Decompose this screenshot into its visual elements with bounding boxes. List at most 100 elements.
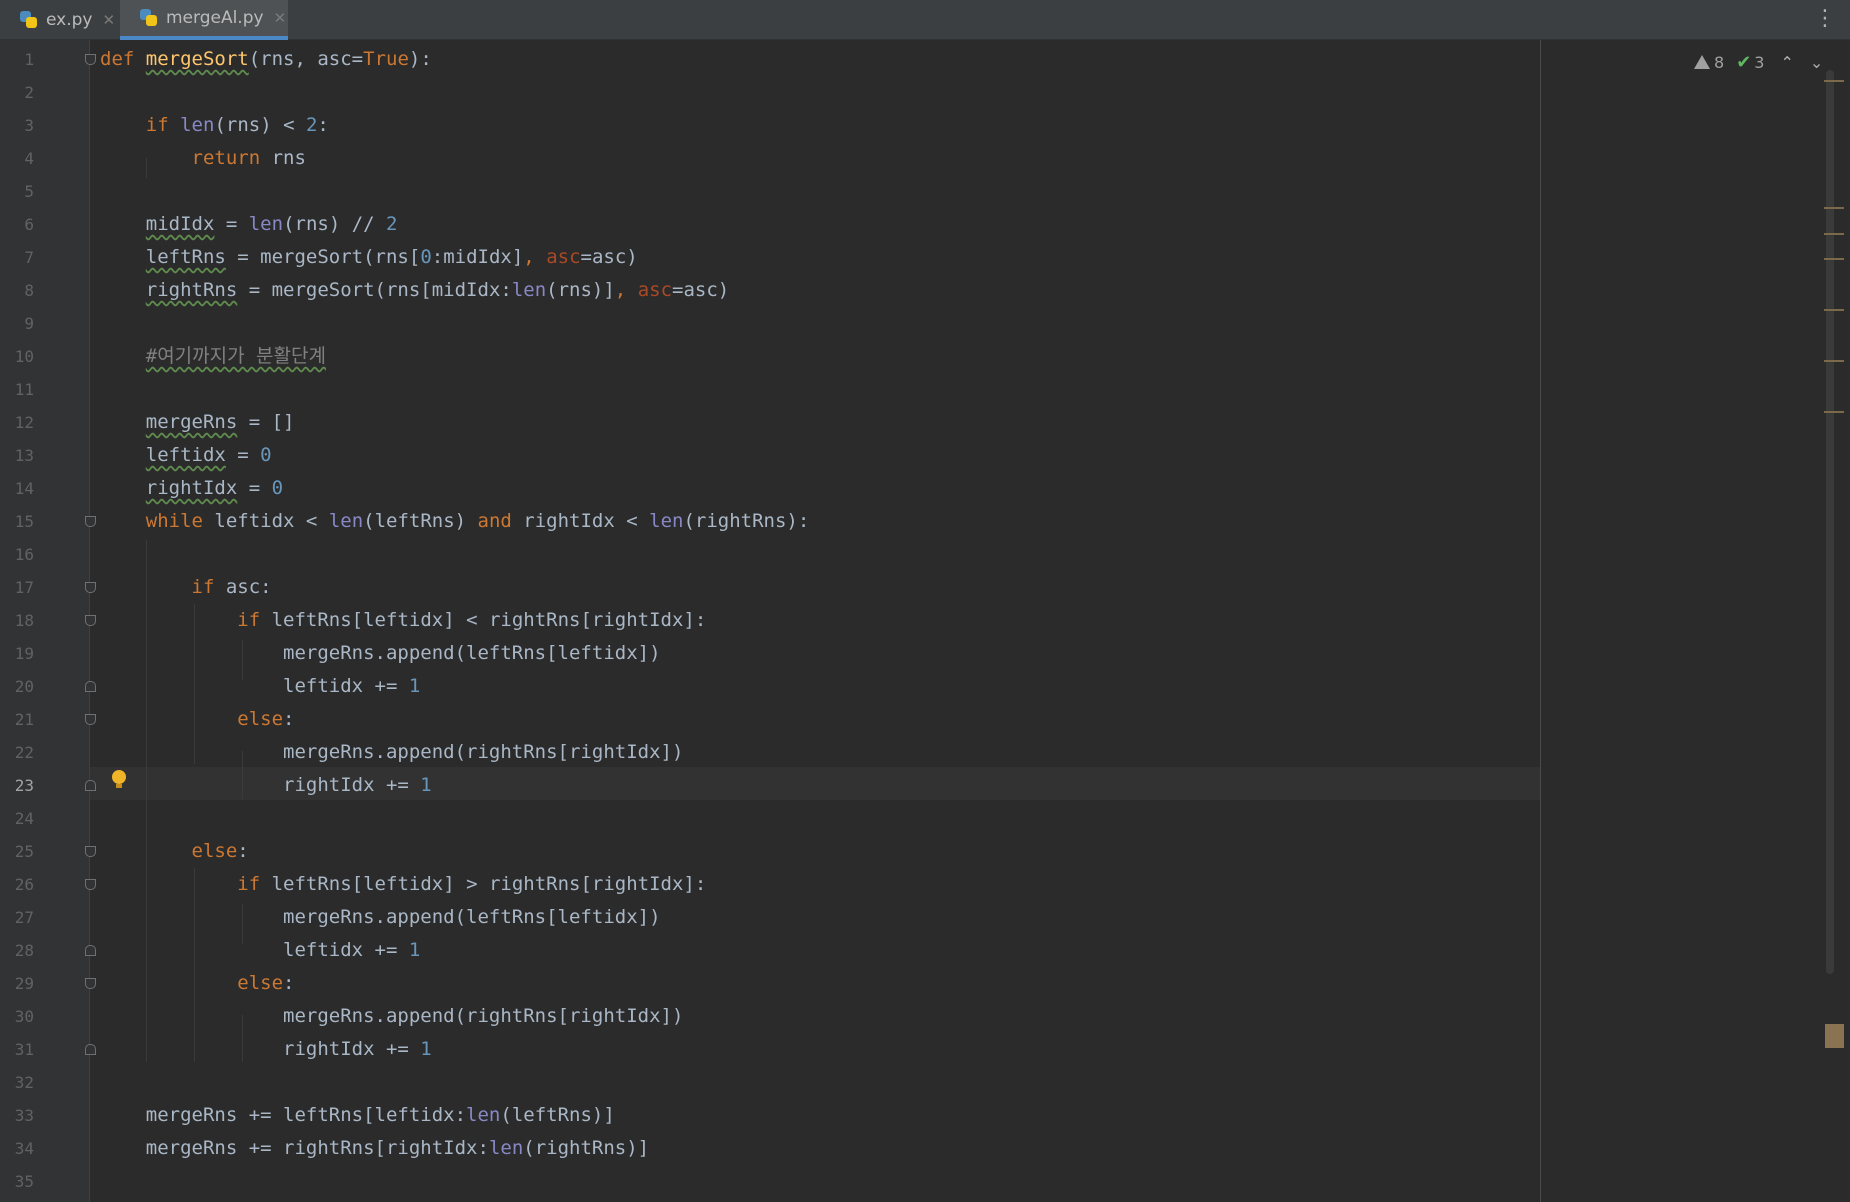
inspection-widget[interactable]: 8 ✔ 3 ⌃ ⌄ <box>1694 50 1823 74</box>
error-stripe-marker[interactable] <box>1824 258 1844 260</box>
fold-marker[interactable] <box>85 846 96 857</box>
line-number: 4 <box>24 149 34 168</box>
code-line: rightIdx += 1 <box>100 774 432 796</box>
line-number: 29 <box>14 974 34 993</box>
line-number: 27 <box>14 908 34 927</box>
line-number-current: 23 <box>14 776 34 795</box>
code-line: if len(rns) < 2: <box>145 114 329 136</box>
tab-mergeal-py[interactable]: mergeAl.py ✕ <box>120 0 288 40</box>
fold-marker[interactable] <box>85 681 96 692</box>
error-stripe-marker[interactable] <box>1824 411 1844 413</box>
error-stripe-marker[interactable] <box>1824 360 1844 362</box>
fold-marker[interactable] <box>85 615 96 626</box>
line-number: 18 <box>14 611 34 630</box>
close-icon[interactable]: ✕ <box>274 9 287 27</box>
code-line: else: <box>237 972 295 994</box>
code-line: mergeRns += rightRns[rightIdx:len(rightR… <box>100 1137 650 1159</box>
line-number: 30 <box>14 1007 34 1026</box>
code-line: else: <box>237 708 295 730</box>
fold-marker[interactable] <box>85 879 96 890</box>
code-line: if leftRns[leftidx] < rightRns[rightIdx]… <box>237 609 707 631</box>
typo-count: 3 <box>1754 52 1765 72</box>
line-number: 32 <box>14 1073 34 1092</box>
fold-marker[interactable] <box>85 714 96 725</box>
line-number: 3 <box>24 116 34 135</box>
fold-marker[interactable] <box>85 1044 96 1055</box>
error-stripe-marker[interactable] <box>1824 309 1844 311</box>
more-options-icon[interactable]: ⋮ <box>1814 6 1836 32</box>
line-number: 13 <box>14 446 34 465</box>
code-line: rightIdx = 0 <box>145 477 284 499</box>
tab-ex-py[interactable]: ex.py ✕ <box>0 0 118 40</box>
python-file-icon <box>138 8 158 28</box>
code-line: if asc: <box>191 576 272 598</box>
line-number: 14 <box>14 479 34 498</box>
editor-tab-bar: ex.py ✕ mergeAl.py ✕ ⋮ <box>0 0 1850 40</box>
code-line: leftidx += 1 <box>100 675 421 697</box>
caret-position-marker <box>1825 1024 1844 1048</box>
error-stripe-marker[interactable] <box>1824 80 1844 82</box>
code-line: mergeRns.append(leftRns[leftidx]) <box>100 906 661 928</box>
warning-icon <box>1694 55 1710 69</box>
line-number: 8 <box>24 281 34 300</box>
code-line: #여기까지가 분활단계 <box>145 345 326 367</box>
fold-marker[interactable] <box>85 54 96 65</box>
line-number: 28 <box>14 941 34 960</box>
error-stripe-marker[interactable] <box>1824 233 1844 235</box>
line-number: 1 <box>24 50 34 69</box>
code-line: midIdx = len(rns) // 2 <box>145 213 398 235</box>
line-number: 21 <box>14 710 34 729</box>
warning-count: 8 <box>1714 52 1725 72</box>
fold-marker[interactable] <box>85 780 96 791</box>
chevron-up-icon[interactable]: ⌃ <box>1780 53 1793 72</box>
right-margin-guide <box>1540 40 1541 1202</box>
line-number: 24 <box>14 809 34 828</box>
code-line: leftRns = mergeSort(rns[0:midIdx], asc=a… <box>145 246 638 268</box>
code-line: mergeRns += leftRns[leftidx:len(leftRns)… <box>100 1104 615 1126</box>
line-number: 5 <box>24 182 34 201</box>
line-number: 20 <box>14 677 34 696</box>
code-line: mergeRns = [] <box>145 411 295 433</box>
line-number: 12 <box>14 413 34 432</box>
line-number: 16 <box>14 545 34 564</box>
code-line: else: <box>191 840 249 862</box>
code-line: while leftidx < len(leftRns) and rightId… <box>145 510 810 532</box>
line-number: 6 <box>24 215 34 234</box>
line-number: 33 <box>14 1106 34 1125</box>
fold-marker[interactable] <box>85 582 96 593</box>
line-number: 25 <box>14 842 34 861</box>
fold-marker[interactable] <box>85 978 96 989</box>
error-stripe-marker[interactable] <box>1824 207 1844 209</box>
fold-marker[interactable] <box>85 516 96 527</box>
line-number: 7 <box>24 248 34 267</box>
tab-label: ex.py <box>46 10 93 30</box>
fold-marker[interactable] <box>85 945 96 956</box>
code-line: def mergeSort(rns, asc=True): <box>100 48 432 70</box>
line-number: 15 <box>14 512 34 531</box>
line-number: 34 <box>14 1139 34 1158</box>
line-number: 10 <box>14 347 34 366</box>
vertical-scrollbar[interactable] <box>1826 70 1834 974</box>
code-line: mergeRns.append(rightRns[rightIdx]) <box>100 1005 684 1027</box>
code-line: mergeRns.append(leftRns[leftidx]) <box>100 642 661 664</box>
code-line: mergeRns.append(rightRns[rightIdx]) <box>100 741 684 763</box>
code-line: leftidx = 0 <box>145 444 272 466</box>
line-number: 31 <box>14 1040 34 1059</box>
line-number: 9 <box>24 314 34 333</box>
python-file-icon <box>18 10 38 30</box>
line-number: 22 <box>14 743 34 762</box>
code-line: rightRns = mergeSort(rns[midIdx:len(rns)… <box>145 279 730 301</box>
close-icon[interactable]: ✕ <box>102 11 115 29</box>
code-line: leftidx += 1 <box>100 939 421 961</box>
code-line: if leftRns[leftidx] > rightRns[rightIdx]… <box>237 873 707 895</box>
code-line: rightIdx += 1 <box>100 1038 432 1060</box>
line-number: 2 <box>24 83 34 102</box>
line-number: 17 <box>14 578 34 597</box>
chevron-down-icon[interactable]: ⌄ <box>1810 53 1823 72</box>
line-number: 35 <box>14 1172 34 1191</box>
line-number: 11 <box>14 380 34 399</box>
tab-label: mergeAl.py <box>166 8 264 28</box>
code-line: return rns <box>191 147 306 169</box>
typo-check-icon: ✔ <box>1736 51 1752 73</box>
line-number: 26 <box>14 875 34 894</box>
